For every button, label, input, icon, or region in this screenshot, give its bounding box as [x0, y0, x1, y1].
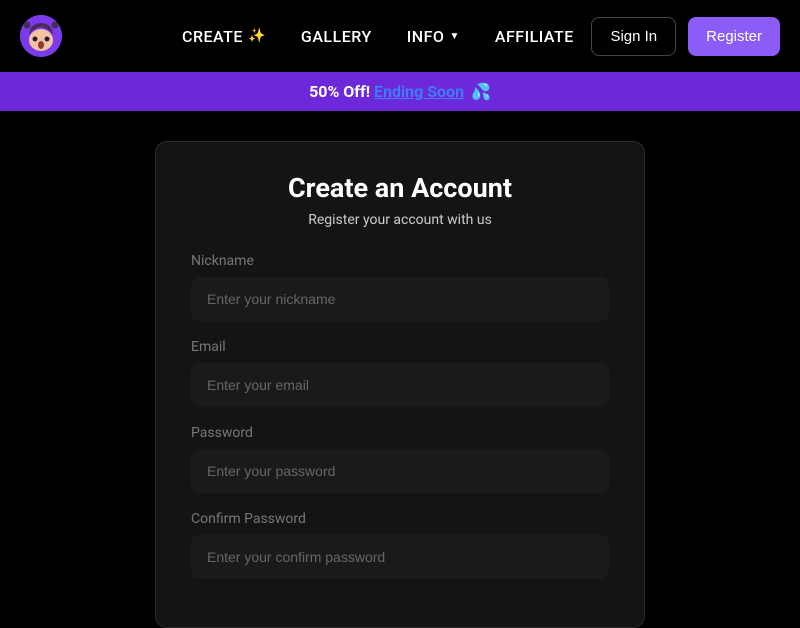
nav-info-label: INFO: [407, 27, 445, 46]
nav-affiliate-label: AFFILIATE: [495, 27, 574, 46]
signin-button[interactable]: Sign In: [591, 17, 676, 56]
chevron-down-icon: ▼: [449, 31, 459, 42]
confirm-password-input[interactable]: [191, 535, 609, 579]
nav-affiliate[interactable]: AFFILIATE: [495, 27, 574, 46]
confirm-password-group: Confirm Password: [191, 511, 609, 579]
confirm-password-label: Confirm Password: [191, 511, 609, 527]
nickname-input[interactable]: [191, 277, 609, 321]
nav-links: CREATE ✨ GALLERY INFO ▼ AFFILIATE: [182, 27, 591, 46]
password-group: Password: [191, 425, 609, 493]
header-buttons: Sign In Register: [591, 17, 780, 56]
card-title: Create an Account: [191, 172, 609, 204]
register-card: Create an Account Register your account …: [155, 141, 645, 628]
nav-info[interactable]: INFO ▼: [407, 27, 460, 46]
nav-gallery[interactable]: GALLERY: [301, 27, 372, 46]
password-input[interactable]: [191, 449, 609, 493]
banner-link[interactable]: Ending Soon: [374, 82, 464, 101]
promo-banner: 50% Off! Ending Soon 💦: [0, 72, 800, 111]
header: CREATE ✨ GALLERY INFO ▼ AFFILIATE Sign I…: [0, 0, 800, 72]
nickname-label: Nickname: [191, 253, 609, 269]
register-button[interactable]: Register: [688, 17, 780, 56]
sparkle-icon: ✨: [248, 28, 266, 44]
logo-icon[interactable]: [20, 15, 62, 57]
nav-gallery-label: GALLERY: [301, 27, 372, 46]
nav-create[interactable]: CREATE ✨: [182, 27, 266, 46]
card-subtitle: Register your account with us: [191, 212, 609, 228]
email-label: Email: [191, 339, 609, 355]
email-group: Email: [191, 339, 609, 407]
card-wrapper: Create an Account Register your account …: [0, 111, 800, 628]
banner-prefix: 50% Off!: [309, 82, 370, 101]
password-label: Password: [191, 425, 609, 441]
nickname-group: Nickname: [191, 253, 609, 321]
sweat-drops-icon: 💦: [471, 82, 491, 101]
nav-create-label: CREATE: [182, 27, 243, 46]
email-input[interactable]: [191, 363, 609, 407]
